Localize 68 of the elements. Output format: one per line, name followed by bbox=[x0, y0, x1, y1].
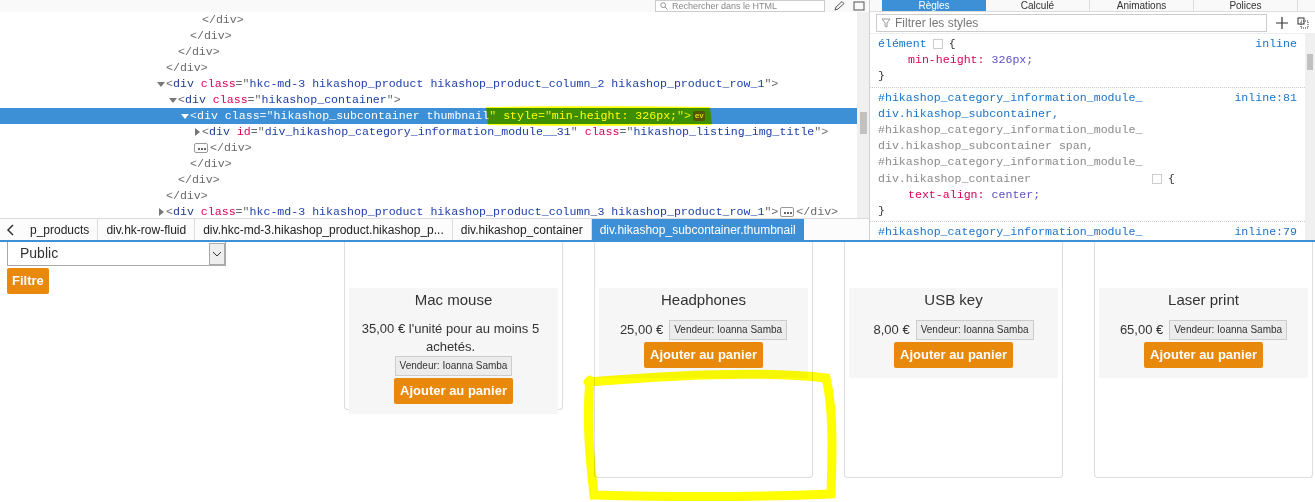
search-placeholder: Rechercher dans le HTML bbox=[672, 1, 778, 11]
css-selector: #hikashop_category_information_module_ div.hikashop_container bbox=[878, 154, 1144, 187]
closing-tag: </div> bbox=[210, 140, 252, 156]
brace: { bbox=[948, 36, 956, 52]
scrollbar[interactable] bbox=[857, 12, 869, 218]
css-selector: #hikashop_category_information_module_ div.hikashop_subcontainer span, bbox=[878, 122, 1144, 155]
screenshot-icon[interactable] bbox=[853, 1, 865, 11]
brace: } bbox=[878, 68, 885, 85]
pencil-icon[interactable] bbox=[833, 1, 845, 11]
collapsed-content-icon[interactable] bbox=[780, 207, 795, 217]
expanded-arrow-icon[interactable] bbox=[168, 95, 178, 105]
rule-source-link[interactable]: inline:79 bbox=[1234, 224, 1297, 240]
breadcrumb[interactable]: div.hkc-md-3.hikashop_product.hikashop_p... bbox=[195, 219, 453, 240]
product-name: USB key bbox=[924, 290, 983, 310]
closing-tag: </div> bbox=[178, 44, 220, 60]
product-price: 65,00 € bbox=[1119, 321, 1164, 339]
filter-placeholder: Filtrer les styles bbox=[895, 14, 979, 32]
product-price: 8,00 € bbox=[873, 321, 910, 339]
closing-tag: </div> bbox=[190, 28, 232, 44]
product-name: Headphones bbox=[660, 290, 747, 310]
node-row[interactable]: <div class="hkc-md-3 hikashop_product hikashop_product_column_2 hikashop_product_row_1"> bbox=[0, 76, 857, 92]
product-price: 25,00 € bbox=[619, 321, 664, 339]
search-icon bbox=[660, 2, 668, 10]
breadcrumb[interactable]: div.hikashop_container bbox=[452, 219, 592, 240]
breadcrumb[interactable]: div.hk-row-fluid bbox=[98, 219, 196, 240]
dropdown-icon bbox=[209, 242, 225, 265]
node-row[interactable]: <div class="hikashop_container"> bbox=[0, 92, 857, 108]
brace: { bbox=[1168, 170, 1175, 187]
class-panel-icon[interactable] bbox=[1297, 16, 1309, 29]
node-row[interactable]: <div id="div_hikashop_category_information_module__31" class="hikashop_listing_img_title"> </div> bbox=[0, 124, 857, 156]
product-price: 35,00 € l'unité pour au moins 5 achetés. bbox=[360, 320, 541, 356]
collapsed-arrow-icon[interactable] bbox=[156, 207, 166, 217]
panel-tab[interactable]: Polices bbox=[1194, 0, 1298, 11]
css-declaration[interactable]: min-height: 326px; bbox=[878, 52, 1297, 69]
closing-tag: </div> bbox=[202, 12, 244, 28]
scrollbar[interactable] bbox=[1305, 34, 1315, 240]
funnel-icon bbox=[881, 17, 891, 28]
panel-tab[interactable]: Animations bbox=[1090, 0, 1194, 11]
css-declaration[interactable]: text-align: center; bbox=[878, 186, 1297, 204]
select-value: Public bbox=[20, 244, 59, 263]
panel-tab[interactable]: Calculé bbox=[986, 0, 1090, 11]
closing-tag: </div> bbox=[796, 204, 839, 218]
closing-tag: </div> bbox=[190, 156, 232, 172]
product-name: Laser print bbox=[1168, 290, 1239, 310]
brace: } bbox=[878, 203, 885, 220]
select-field[interactable]: Public bbox=[7, 242, 226, 266]
closing-tag: </div> bbox=[166, 188, 208, 204]
vendor-label: Vendeur: Ioanna Samba bbox=[1169, 320, 1288, 340]
plus-icon[interactable] bbox=[1275, 15, 1289, 30]
vendor-label: Vendeur: Ioanna Samba bbox=[915, 320, 1034, 340]
node-row[interactable]: <div class="hkc-md-3 hikashop_product hikashop_product_column_3 hikashop_product_row_1"> </div> bbox=[0, 204, 857, 218]
product-name: Mac mouse bbox=[414, 290, 493, 310]
breadcrumb[interactable]: p_products bbox=[22, 219, 99, 240]
rule-source-link[interactable]: inline bbox=[1255, 36, 1297, 53]
collapsed-content-icon[interactable] bbox=[194, 143, 208, 153]
collapsed-arrow-icon[interactable] bbox=[192, 127, 202, 137]
search-field[interactable]: Rechercher dans le HTML bbox=[655, 0, 825, 12]
css-selector: élément bbox=[878, 36, 927, 52]
closing-tag: </div> bbox=[166, 60, 208, 76]
expanded-arrow-icon[interactable] bbox=[156, 79, 166, 89]
filter-field[interactable]: Filtrer les styles bbox=[876, 13, 1267, 32]
rule-source-link[interactable]: inline:81 bbox=[1234, 89, 1297, 187]
expanded-arrow-icon[interactable] bbox=[180, 111, 190, 121]
closing-tag: </div> bbox=[178, 172, 220, 188]
vendor-label: Vendeur: Ioanna Samba bbox=[394, 356, 513, 376]
css-selector: #hikashop_category_information_module_ bbox=[878, 224, 1143, 240]
css-selector: #hikashop_category_information_module_ div.hikashop_subcontainer, bbox=[878, 89, 1144, 122]
vendor-label: Vendeur: Ioanna Samba bbox=[669, 320, 788, 340]
